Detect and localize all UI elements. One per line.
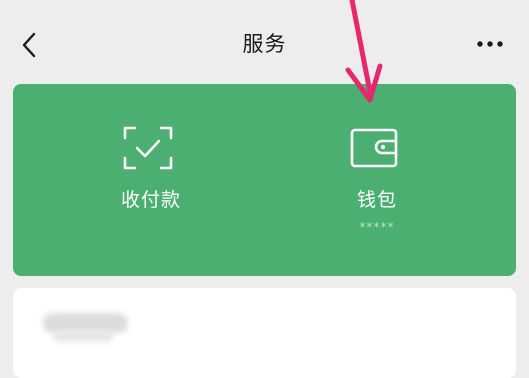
service-wallet[interactable]: 钱包 ***** <box>277 84 477 276</box>
top-bar: 服务 <box>0 0 529 84</box>
service-card: 收付款 钱包 ***** <box>13 84 516 276</box>
wallet-icon <box>350 128 398 168</box>
more-button[interactable] <box>473 30 507 58</box>
annotation-arrow-icon <box>345 0 383 103</box>
service-pay-receive[interactable]: 收付款 <box>51 84 251 276</box>
qr-scan-check-icon <box>123 126 173 170</box>
service-label: 钱包 <box>356 189 397 211</box>
page-title: 服务 <box>242 32 287 56</box>
services-list-card <box>13 288 516 378</box>
blurred-placeholder <box>53 330 113 342</box>
more-dots-icon <box>477 41 503 47</box>
service-label: 收付款 <box>120 189 181 211</box>
wallet-balance-masked: ***** <box>359 220 395 234</box>
